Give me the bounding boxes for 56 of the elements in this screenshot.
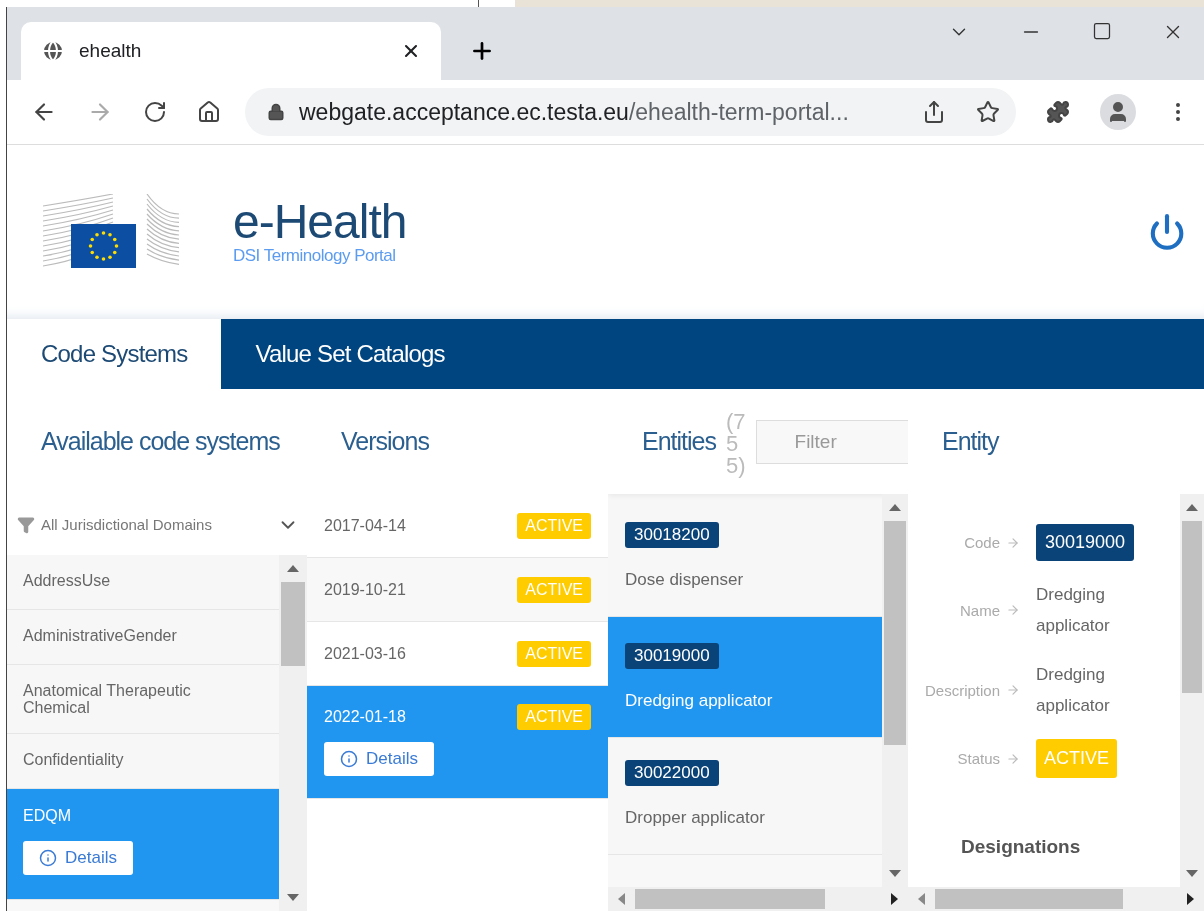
entity-count: (755) [726,411,746,477]
domain-dropdown[interactable]: All Jurisdictional Domains [7,494,307,555]
bookmark-star-icon[interactable] [976,100,1000,124]
arrow-icon [1006,751,1020,766]
column-title: Entity [942,427,999,456]
status-badge: ACTIVE [517,640,591,667]
arrow-icon [1006,603,1020,617]
status-badge: ACTIVE [517,704,591,730]
filter-icon [17,515,35,534]
arrow-icon [1006,683,1020,697]
vertical-scrollbar[interactable] [882,494,908,887]
site-subtitle: DSI Terminology Portal [233,246,397,266]
filter-field[interactable]: Filter [755,419,908,464]
entity-item[interactable]: 30019000 Dredging applicator [608,617,882,738]
details-button[interactable]: Details [324,742,434,776]
extensions-icon[interactable] [1046,100,1070,124]
address-bar[interactable]: webgate.acceptance.ec.testa.eu/ehealth-term-portal... [245,88,1016,136]
field-label: Description [924,681,1000,699]
nav-tab[interactable]: Code Systems [7,319,222,389]
status-badge: ACTIVE [517,512,591,539]
field-value: Dredging applicator [1036,584,1111,637]
lock-icon [267,103,285,121]
version-item[interactable]: 2019-10-21 ACTIVE [307,558,608,622]
arrow-icon [1006,535,1020,550]
column-title: Versions [341,427,429,456]
vertical-scrollbar[interactable] [279,555,307,911]
field-value: Dredging applicator [1036,664,1111,717]
site-title: e-Health [233,198,408,246]
column-title: Entities [642,427,716,456]
code-badge: 30019000 [1036,524,1135,561]
horizontal-scrollbar[interactable] [608,887,908,911]
share-icon[interactable] [922,100,946,124]
field-label: Status [957,750,1000,767]
info-icon [39,849,57,867]
horizontal-scrollbar[interactable] [908,887,1204,911]
info-icon [340,750,358,768]
details-button[interactable]: Details [23,841,133,875]
browser-tab[interactable]: ehealth [21,22,441,80]
version-item[interactable]: 2022-01-18 ACTIVE Details [307,686,608,799]
column-title: Available code systems [41,427,280,456]
nav-tab[interactable]: Value Set Catalogs [221,319,479,389]
globe-icon [41,39,65,63]
power-icon[interactable] [1148,213,1186,251]
status-badge: ACTIVE [517,576,591,603]
home-icon[interactable] [197,100,221,124]
profile-avatar[interactable] [1100,94,1136,130]
field-label: Name [960,601,1000,619]
field-label: Code [964,534,1000,551]
status-badge: ACTIVE [1036,739,1117,778]
section-heading: Designations [961,836,1082,858]
url-host: webgate.acceptance.ec.testa.eu [299,98,629,126]
reload-icon[interactable] [143,100,167,124]
code-system-item[interactable]: EDQM Details [7,789,279,900]
url-path: /ehealth-term-portal... [628,98,850,126]
vertical-scrollbar[interactable] [1180,494,1204,887]
maximize-icon[interactable] [1092,21,1112,41]
